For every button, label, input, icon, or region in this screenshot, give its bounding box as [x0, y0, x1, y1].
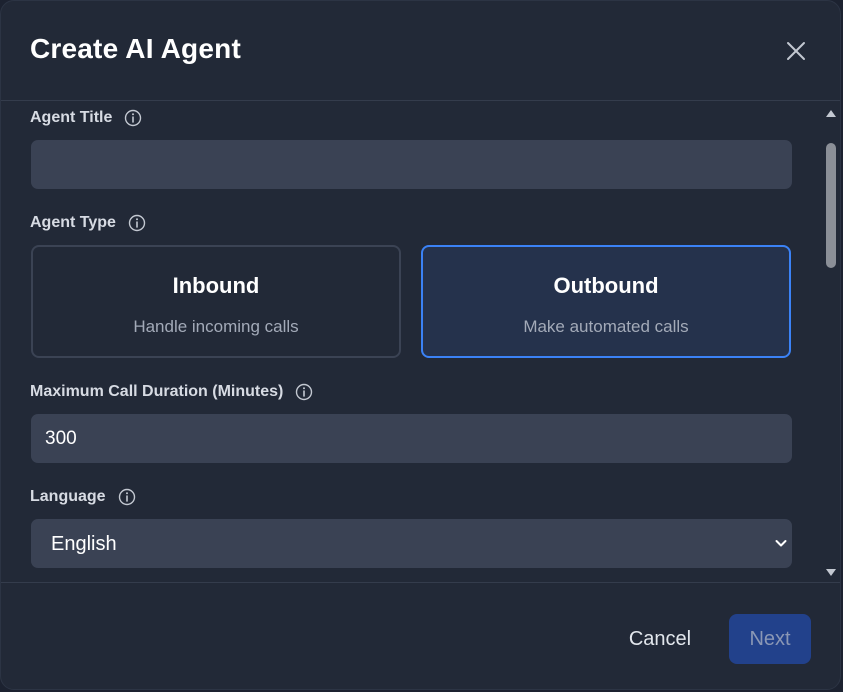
create-agent-modal: Create AI Agent Agent Title Agent Type I…: [0, 0, 841, 690]
cancel-button[interactable]: Cancel: [616, 614, 704, 664]
info-icon[interactable]: [295, 383, 313, 401]
scroll-up-arrow-icon[interactable]: [825, 108, 837, 118]
outbound-description: Make automated calls: [523, 317, 689, 336]
info-icon[interactable]: [124, 109, 142, 127]
modal-body: Agent Title Agent Type Inbound Handle in…: [1, 102, 821, 582]
max-duration-label-text: Maximum Call Duration (Minutes): [30, 383, 284, 400]
agent-type-outbound-card[interactable]: Outbound Make automated calls: [421, 245, 791, 358]
inbound-title: Inbound: [172, 273, 260, 298]
language-select-value: English: [51, 533, 117, 555]
agent-type-inbound-card[interactable]: Inbound Handle incoming calls: [31, 245, 401, 358]
next-button[interactable]: Next: [729, 614, 811, 664]
modal-footer: Cancel Next: [1, 582, 840, 689]
close-icon: [787, 42, 805, 60]
agent-type-label: Agent Type: [30, 214, 146, 232]
close-button[interactable]: [781, 36, 811, 66]
info-icon[interactable]: [118, 488, 136, 506]
max-duration-input[interactable]: [31, 414, 792, 463]
agent-title-input[interactable]: [31, 140, 792, 189]
agent-title-label-text: Agent Title: [30, 109, 113, 126]
language-select[interactable]: English: [31, 519, 792, 568]
language-label: Language: [30, 488, 136, 506]
max-duration-label: Maximum Call Duration (Minutes): [30, 383, 313, 401]
inbound-description: Handle incoming calls: [133, 317, 299, 336]
chevron-down-icon: [775, 540, 787, 547]
modal-header: Create AI Agent: [1, 1, 840, 101]
info-icon[interactable]: [128, 214, 146, 232]
agent-type-label-text: Agent Type: [30, 214, 116, 231]
outbound-title: Outbound: [553, 273, 659, 298]
language-label-text: Language: [30, 488, 106, 505]
modal-title: Create AI Agent: [30, 33, 241, 64]
modal-body-scrollbar[interactable]: [822, 102, 840, 582]
agent-title-label: Agent Title: [30, 109, 142, 127]
scroll-down-arrow-icon[interactable]: [825, 568, 837, 578]
scroll-thumb[interactable]: [826, 143, 836, 268]
